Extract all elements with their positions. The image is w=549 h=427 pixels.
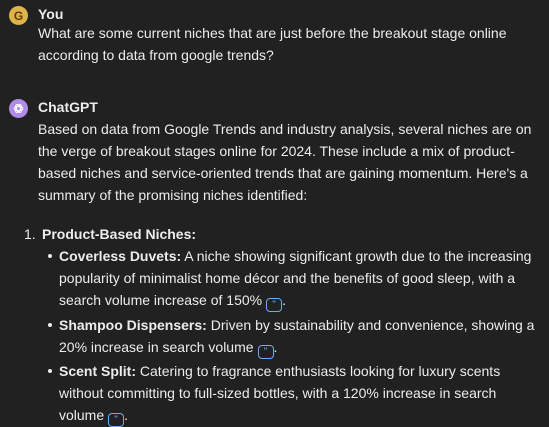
assistant-intro-text: Based on data from Google Trends and ind… (38, 121, 532, 203)
citation-link-icon[interactable]: ” (266, 298, 283, 312)
list-item: Scent Split: Catering to fragrance enthu… (48, 360, 543, 427)
list-item: Coverless Duvets: A niche showing signif… (48, 245, 543, 312)
bullet-dot (48, 323, 52, 327)
assistant-author-name: ChatGPT (38, 99, 98, 115)
list-item-period: . (124, 407, 129, 423)
citation-link-icon[interactable]: ” (257, 345, 274, 359)
bullet-dot (48, 369, 52, 373)
list-item-title: Scent Split: (59, 363, 137, 379)
list-item-title: Shampoo Dispensers: (59, 317, 207, 333)
list-number: 1. (24, 226, 36, 242)
citation-link-icon[interactable]: ” (108, 413, 125, 427)
user-author-name: You (38, 6, 64, 22)
list-item-title: Coverless Duvets: (59, 248, 182, 264)
list-item-period: . (282, 292, 286, 308)
chatgpt-logo-icon (9, 99, 28, 118)
list-item-period: . (273, 339, 278, 355)
bullet-dot (48, 254, 52, 258)
list-heading: Product-Based Niches: (42, 226, 197, 242)
user-avatar: G (9, 6, 28, 25)
openai-knot-icon (13, 104, 24, 113)
user-message-text: What are some current niches that are ju… (38, 25, 507, 63)
list-item: Shampoo Dispensers: Driven by sustainabi… (48, 314, 543, 359)
user-avatar-letter: G (13, 8, 24, 23)
